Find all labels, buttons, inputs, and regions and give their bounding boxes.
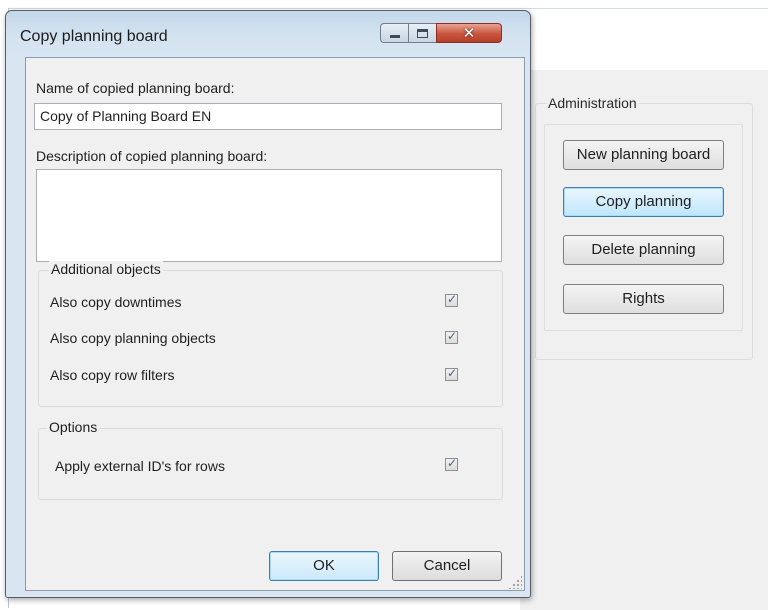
maximize-button[interactable]	[408, 23, 436, 43]
copy-downtimes-label: Also copy downtimes	[50, 294, 182, 310]
dialog-title: Copy planning board	[20, 28, 168, 45]
close-icon: ✕	[462, 24, 476, 42]
copy-row-filters-label: Also copy row filters	[50, 367, 175, 383]
apply-external-ids-checkbox[interactable]	[445, 456, 458, 471]
window-controls: ✕	[380, 23, 502, 45]
options-legend: Options	[47, 419, 100, 435]
description-label: Description of copied planning board:	[36, 148, 268, 164]
minimize-icon	[389, 34, 400, 38]
copy-downtimes-checkbox[interactable]	[445, 292, 458, 307]
cancel-button[interactable]: Cancel	[392, 551, 502, 581]
name-input[interactable]: Copy of Planning Board EN	[34, 103, 502, 130]
description-textarea[interactable]	[36, 169, 502, 262]
new-planning-board-button[interactable]: New planning board	[563, 140, 724, 170]
minimize-button[interactable]	[380, 23, 408, 43]
additional-objects-legend: Additional objects	[49, 261, 163, 277]
maximize-icon	[417, 28, 428, 38]
close-button[interactable]: ✕	[436, 23, 502, 43]
copy-row-filters-checkbox[interactable]	[445, 366, 458, 381]
copy-planning-objects-checkbox[interactable]	[445, 329, 458, 344]
rights-button[interactable]: Rights	[563, 284, 724, 314]
ok-button[interactable]: OK	[269, 551, 379, 581]
administration-legend: Administration	[546, 95, 639, 111]
delete-planning-button[interactable]: Delete planning	[563, 235, 724, 265]
name-label: Name of copied planning board:	[36, 80, 235, 96]
copy-planning-objects-label: Also copy planning objects	[50, 330, 216, 346]
apply-external-ids-label: Apply external ID's for rows	[55, 458, 225, 474]
copy-planning-button[interactable]: Copy planning	[563, 187, 724, 217]
